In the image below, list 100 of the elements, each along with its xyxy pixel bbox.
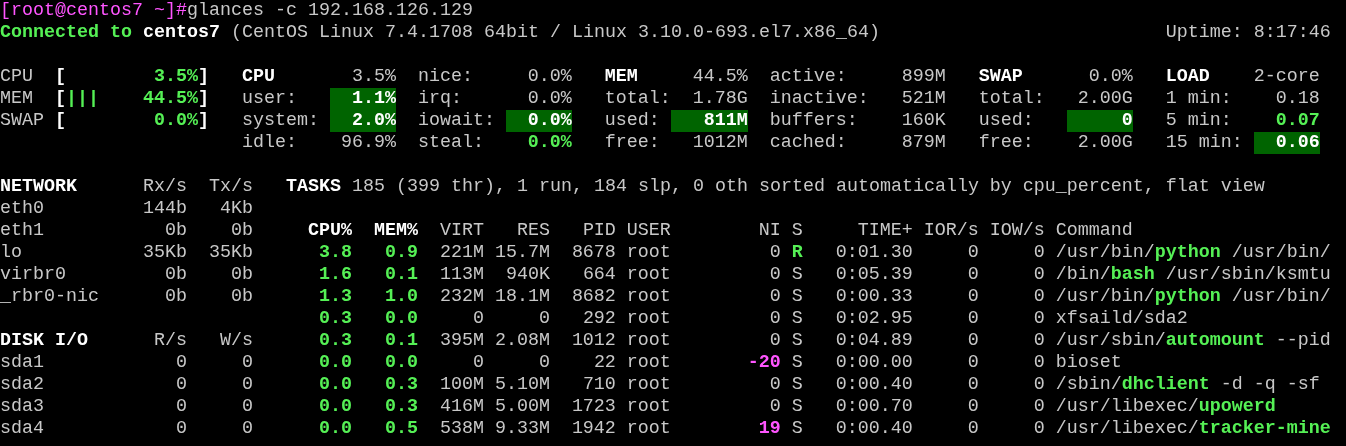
table-cell-text: 0 bbox=[768, 242, 781, 264]
table-cell-text: S bbox=[790, 330, 803, 352]
table-cell-text: 4Kb bbox=[218, 198, 253, 220]
stat-label: 5 min: bbox=[1165, 110, 1233, 132]
table-cell-text: 292 bbox=[581, 308, 616, 330]
command-cell-text: /bin/bash /usr/sbin/ksmtu bbox=[1054, 264, 1331, 286]
table-cell-text: 0 bbox=[174, 396, 187, 418]
table-cell-text: 0b bbox=[163, 220, 187, 242]
stat-value: 0.07 bbox=[1274, 110, 1320, 132]
table-cell-text: 0.1 bbox=[383, 264, 418, 286]
panel-title: CPU bbox=[241, 66, 276, 88]
table-cell-text: 0 bbox=[1032, 264, 1045, 286]
table-cell-text: 0 bbox=[966, 308, 979, 330]
table-cell-text: root bbox=[625, 374, 672, 396]
table-cell-text: 0b bbox=[229, 220, 253, 242]
table-cell-text: 0 bbox=[768, 330, 781, 352]
usage-gauge: [ 3.5%] bbox=[55, 66, 209, 88]
section-title: NETWORK bbox=[0, 176, 78, 198]
column-header: Tx/s bbox=[207, 176, 253, 198]
stat-label: free: bbox=[978, 132, 1035, 154]
table-cell-text: 940K bbox=[504, 264, 550, 286]
table-cell-text: 0:00.40 bbox=[834, 374, 913, 396]
table-cell-text: 0 bbox=[1032, 418, 1045, 440]
stat-value: 0.0% bbox=[526, 132, 572, 154]
table-cell-text: root bbox=[625, 286, 672, 308]
connection-status: Connected to bbox=[0, 22, 132, 44]
disk-name: sda3 bbox=[0, 396, 45, 418]
table-cell-text: 0 bbox=[966, 374, 979, 396]
stat-label: used: bbox=[604, 110, 661, 132]
table-cell-text: 0 bbox=[966, 418, 979, 440]
gauge-label: MEM bbox=[0, 88, 34, 110]
table-cell-text: root bbox=[625, 330, 672, 352]
stat-value: 0.0% bbox=[526, 66, 572, 88]
table-cell-text: 0 bbox=[1032, 330, 1045, 352]
system-info: (CentOS Linux 7.4.1708 64bit / Linux 3.10.0-693.el7.x86_64) bbox=[231, 22, 880, 44]
table-cell-text: 0:05.39 bbox=[834, 264, 913, 286]
stat-label: total: bbox=[978, 88, 1046, 110]
table-cell-text: 0 bbox=[537, 308, 550, 330]
table-cell-text: 5.10M bbox=[493, 374, 550, 396]
panel-title: LOAD bbox=[1165, 66, 1211, 88]
command-cell-text: /usr/libexec/tracker-mine bbox=[1054, 418, 1331, 440]
interface-name: lo bbox=[0, 242, 23, 264]
table-cell-text: 0:00.70 bbox=[834, 396, 913, 418]
table-cell-text: root bbox=[625, 308, 672, 330]
stat-label: steal: bbox=[417, 132, 485, 154]
column-header: W/s bbox=[218, 330, 253, 352]
table-cell-text: root bbox=[625, 396, 672, 418]
stat-value: 96.9% bbox=[339, 132, 396, 154]
column-header: CPU% bbox=[306, 220, 352, 242]
stat-value: 2.00G bbox=[1076, 132, 1133, 154]
stat-label: system: bbox=[241, 110, 320, 132]
column-header: S bbox=[790, 220, 803, 242]
stat-value: 1.1% bbox=[329, 88, 396, 110]
table-cell-text: 0b bbox=[229, 286, 253, 308]
gauge-label: CPU bbox=[0, 66, 34, 88]
stat-value: 521M bbox=[900, 88, 946, 110]
stat-value: 0.18 bbox=[1274, 88, 1320, 110]
table-cell-text: 35Kb bbox=[141, 242, 187, 264]
command-cell-text: /usr/sbin/automount --pid bbox=[1054, 330, 1331, 352]
table-cell-text: 0 bbox=[1032, 308, 1045, 330]
tasks-summary: TASKS 185 (399 thr), 1 run, 184 slp, 0 oth sorted automatically by cpu_percent, flat view bbox=[285, 176, 1265, 198]
table-cell-text: 0.3 bbox=[383, 396, 418, 418]
table-cell-text: 0.3 bbox=[317, 308, 352, 330]
stat-label: 15 min: bbox=[1165, 132, 1244, 154]
stat-label: free: bbox=[604, 132, 661, 154]
table-cell-text: 0.3 bbox=[317, 330, 352, 352]
stat-label: cached: bbox=[769, 132, 848, 154]
stat-label: total: bbox=[604, 88, 671, 110]
table-cell-text: 0.0 bbox=[317, 418, 352, 440]
stat-label: irq: bbox=[417, 88, 463, 110]
gauge-label: SWAP bbox=[0, 110, 45, 132]
table-cell-text: 35Kb bbox=[207, 242, 253, 264]
table-cell-text: 0.9 bbox=[383, 242, 418, 264]
column-header: Rx/s bbox=[141, 176, 187, 198]
table-cell-text: 0 bbox=[768, 264, 781, 286]
table-cell-text: 0 bbox=[768, 286, 781, 308]
command-cell-text: /usr/bin/python /usr/bin/ bbox=[1054, 242, 1331, 264]
table-cell-text: 0.3 bbox=[383, 374, 418, 396]
table-cell-text: 0.0 bbox=[383, 352, 418, 374]
table-cell-text: 0 bbox=[174, 352, 187, 374]
column-header: NI bbox=[757, 220, 781, 242]
table-cell-text: 0 bbox=[1032, 286, 1045, 308]
table-cell-text: root bbox=[625, 418, 672, 440]
uptime: Uptime: 8:17:46 bbox=[1165, 22, 1331, 44]
stat-label: buffers: bbox=[769, 110, 859, 132]
table-cell-text: 1723 bbox=[570, 396, 616, 418]
table-cell-text: 19 bbox=[757, 418, 781, 440]
column-header: Command bbox=[1054, 220, 1133, 242]
interface-name: _rbr0-nic bbox=[0, 286, 100, 308]
table-cell-text: 113M bbox=[438, 264, 484, 286]
interface-name: eth1 bbox=[0, 220, 45, 242]
table-cell-text: 0 bbox=[768, 374, 781, 396]
stat-value: 1.78G bbox=[691, 88, 748, 110]
stat-label: active: bbox=[769, 66, 848, 88]
table-cell-text: root bbox=[625, 264, 672, 286]
table-cell-text: 0b bbox=[163, 264, 187, 286]
table-cell-text: 221M bbox=[438, 242, 484, 264]
table-cell-text: 395M bbox=[438, 330, 484, 352]
table-cell-text: 1.3 bbox=[317, 286, 352, 308]
stat-value: 2-core bbox=[1253, 66, 1320, 88]
